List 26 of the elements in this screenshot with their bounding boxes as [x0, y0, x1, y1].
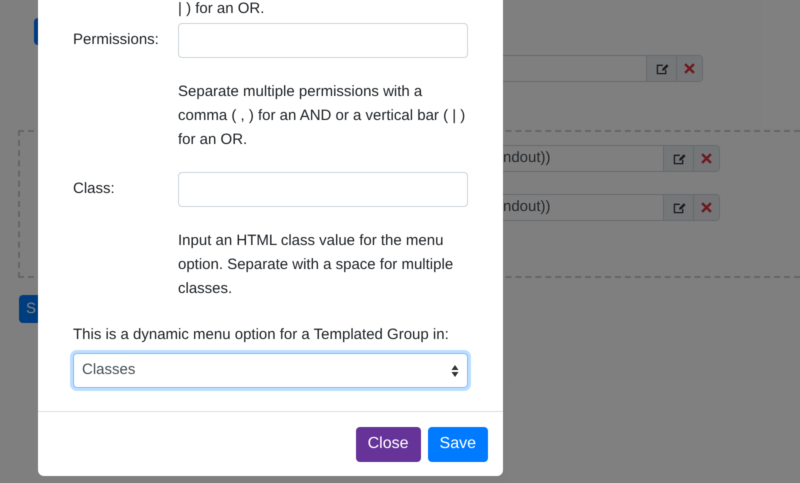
input-field[interactable]: [178, 172, 468, 207]
close-icon: [684, 63, 695, 74]
help-text: Separate multiple permissions with a comma ( , ) for an AND or a vertical bar ( | ) for an OR.: [178, 82, 466, 150]
field-text: ndout)): [503, 197, 551, 218]
edit-button[interactable]: [663, 195, 693, 220]
delete-button[interactable]: [693, 195, 719, 220]
field-label: Class:: [73, 179, 116, 200]
delete-button[interactable]: [693, 146, 719, 171]
edit-icon: [672, 200, 686, 214]
group-select[interactable]: Classes: [73, 353, 468, 388]
input-field[interactable]: [178, 23, 468, 58]
sort-icon: [451, 364, 459, 378]
edit-icon: [654, 62, 668, 76]
edit-button[interactable]: [663, 146, 693, 171]
close-button[interactable]: Close: [356, 426, 421, 462]
group-prompt: This is a dynamic menu option for a Templated Group in:: [73, 325, 450, 345]
help-text: | ) for an OR.: [178, 0, 266, 18]
close-icon: [701, 153, 712, 164]
close-icon: [701, 202, 712, 213]
edit-button[interactable]: [646, 56, 676, 81]
field-text: ndout)): [503, 148, 551, 168]
save-button[interactable]: Save: [428, 426, 488, 462]
help-text: Input an HTML class value for the menu option. Separate with a space for multiple classes.: [178, 231, 454, 299]
field-label: Permissions:: [73, 30, 160, 50]
edit-icon: [672, 152, 686, 166]
delete-button[interactable]: [676, 56, 702, 81]
